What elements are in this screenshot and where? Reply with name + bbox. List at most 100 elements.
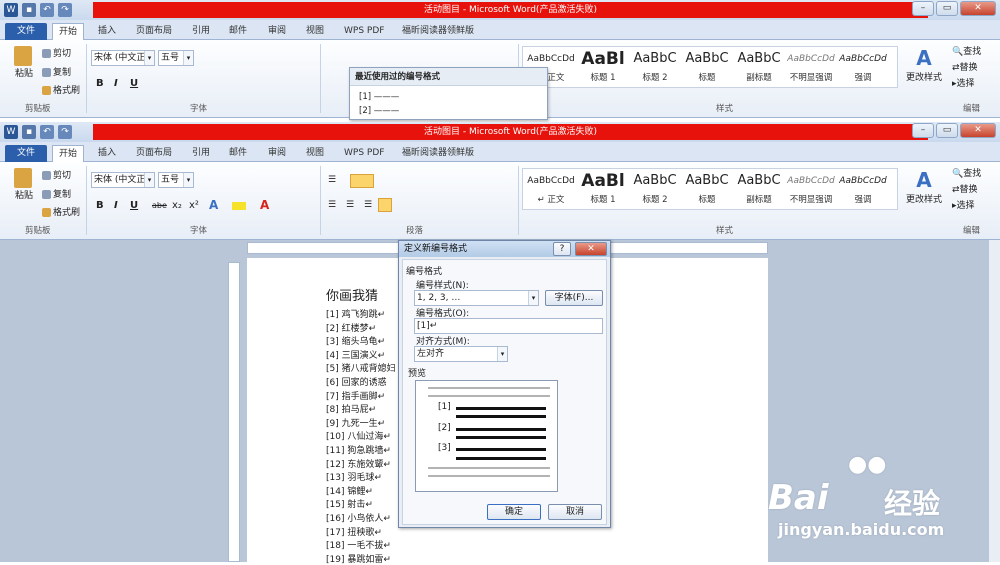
format-painter-button[interactable]: 格式刷 [42, 205, 80, 218]
redo-icon[interactable]: ↷ [58, 125, 72, 139]
change-styles-button[interactable]: A 更改样式 [906, 168, 942, 205]
justify-button[interactable] [378, 198, 392, 212]
list-item: [6] 回家的诱惑 [326, 378, 387, 388]
style-emphasis[interactable]: AaBbCcDd 强调 [837, 169, 889, 205]
find-button[interactable]: 🔍查找 [952, 166, 981, 179]
close-button[interactable]: ✕ [960, 1, 996, 16]
tab-home[interactable]: 开始 [52, 23, 84, 41]
tab-review[interactable]: 审阅 [262, 23, 292, 40]
tab-page-layout[interactable]: 页面布局 [130, 23, 178, 40]
undo-icon[interactable]: ↶ [40, 125, 54, 139]
vertical-scrollbar[interactable] [988, 240, 1000, 562]
number-format-input[interactable]: [1]↵ [414, 318, 603, 334]
tab-view[interactable]: 视图 [300, 145, 330, 162]
cancel-button[interactable]: 取消 [548, 504, 602, 520]
replace-button[interactable]: ⇄替换 [952, 182, 978, 195]
italic-button[interactable]: I [114, 200, 118, 211]
ok-button[interactable]: 确定 [487, 504, 541, 520]
minimize-button[interactable]: – [912, 1, 934, 16]
superscript-button[interactable]: x² [189, 200, 199, 211]
tab-foxit[interactable]: 福昕阅读器领鲜版 [396, 23, 480, 40]
bold-button[interactable]: B [96, 200, 104, 211]
subscript-button[interactable]: x₂ [172, 200, 182, 211]
tab-insert[interactable]: 插入 [92, 145, 122, 162]
undo-icon[interactable]: ↶ [40, 3, 54, 17]
font-name-select[interactable]: 宋体 (中文正) ▾ [91, 50, 155, 66]
number-style-select[interactable]: 1, 2, 3, … ▾ [414, 290, 539, 306]
tab-mailings[interactable]: 邮件 [223, 23, 253, 40]
minimize-button[interactable]: – [912, 123, 934, 138]
find-button[interactable]: 🔍查找 [952, 44, 981, 57]
save-icon[interactable]: ▪ [22, 3, 36, 17]
tab-review[interactable]: 审阅 [262, 145, 292, 162]
style-heading1[interactable]: AaBl 标题 1 [577, 169, 629, 205]
style-heading2[interactable]: AaBbC 标题 2 [629, 47, 681, 83]
tab-wps-pdf[interactable]: WPS PDF [338, 23, 390, 40]
underline-button[interactable]: U [130, 78, 138, 89]
change-styles-button[interactable]: A 更改样式 [906, 46, 942, 83]
document-heading: 你画我猜 [326, 289, 379, 304]
tab-foxit[interactable]: 福昕阅读器领鲜版 [396, 145, 480, 162]
font-color-icon[interactable]: A [260, 198, 269, 212]
bullets-button[interactable]: ☰ [328, 175, 336, 185]
tab-page-layout[interactable]: 页面布局 [130, 145, 178, 162]
recent-format-2[interactable]: [2] ——— [359, 104, 547, 118]
style-subtitle[interactable]: AaBbC 副标题 [733, 47, 785, 83]
italic-button[interactable]: I [114, 78, 118, 89]
dialog-close-button[interactable]: ✕ [575, 242, 607, 256]
cut-button[interactable]: 剪切 [42, 168, 71, 181]
vertical-ruler[interactable] [228, 262, 240, 562]
align-left-button[interactable]: ☰ [328, 200, 336, 210]
paste-button[interactable]: 粘贴 [12, 168, 36, 201]
maximize-button[interactable]: ▭ [936, 123, 958, 138]
select-button[interactable]: ▸选择 [952, 76, 975, 89]
close-button[interactable]: ✕ [960, 123, 996, 138]
cut-button[interactable]: 剪切 [42, 46, 71, 59]
style-subtitle[interactable]: AaBbC 副标题 [733, 169, 785, 205]
redo-icon[interactable]: ↷ [58, 3, 72, 17]
font-name-select[interactable]: 宋体 (中文正) ▾ [91, 172, 155, 188]
tab-file[interactable]: 文件 [5, 145, 47, 162]
help-button[interactable]: ? [553, 242, 571, 256]
style-subtle-emphasis[interactable]: AaBbCcDd 不明显强调 [785, 169, 837, 205]
word-logo-icon[interactable]: W [4, 3, 18, 17]
tab-insert[interactable]: 插入 [92, 23, 122, 40]
format-painter-button[interactable]: 格式刷 [42, 83, 80, 96]
text-effect-icon[interactable]: A [209, 198, 218, 212]
style-title[interactable]: AaBbC 标题 [681, 169, 733, 205]
style-heading2[interactable]: AaBbC 标题 2 [629, 169, 681, 205]
word-logo-icon[interactable]: W [4, 125, 18, 139]
strikethrough-button[interactable]: abe [152, 201, 167, 210]
replace-button[interactable]: ⇄替换 [952, 60, 978, 73]
save-icon[interactable]: ▪ [22, 125, 36, 139]
style-subtle-emphasis[interactable]: AaBbCcDd 不明显强调 [785, 47, 837, 83]
style-heading1[interactable]: AaBl 标题 1 [577, 47, 629, 83]
tab-wps-pdf[interactable]: WPS PDF [338, 145, 390, 162]
underline-button[interactable]: U [130, 200, 138, 211]
numbering-button[interactable] [350, 174, 374, 188]
style-title[interactable]: AaBbC 标题 [681, 47, 733, 83]
paste-button[interactable]: 粘贴 [12, 46, 36, 79]
style-emphasis[interactable]: AaBbCcDd 强调 [837, 47, 889, 83]
alignment-select[interactable]: 左对齐 ▾ [414, 346, 508, 362]
copy-button[interactable]: 复制 [42, 65, 71, 78]
tab-references[interactable]: 引用 [186, 23, 216, 40]
font-size-select[interactable]: 五号 ▾ [158, 50, 194, 66]
font-size-select[interactable]: 五号 ▾ [158, 172, 194, 188]
select-button[interactable]: ▸选择 [952, 198, 975, 211]
style-normal[interactable]: AaBbCcDd ↵ 正文 [525, 169, 577, 205]
bold-button[interactable]: B [96, 78, 104, 89]
copy-button[interactable]: 复制 [42, 187, 71, 200]
align-center-button[interactable]: ☰ [346, 200, 354, 210]
align-right-button[interactable]: ☰ [364, 200, 372, 210]
font-button[interactable]: 字体(F)... [545, 290, 603, 306]
tab-mailings[interactable]: 邮件 [223, 145, 253, 162]
highlight-icon[interactable] [232, 202, 246, 210]
recent-format-1[interactable]: [1] ——— [359, 90, 547, 104]
tab-file[interactable]: 文件 [5, 23, 47, 40]
maximize-button[interactable]: ▭ [936, 1, 958, 16]
tab-home[interactable]: 开始 [52, 145, 84, 163]
preview-item-3: [3] [438, 443, 451, 453]
tab-references[interactable]: 引用 [186, 145, 216, 162]
tab-view[interactable]: 视图 [300, 23, 330, 40]
